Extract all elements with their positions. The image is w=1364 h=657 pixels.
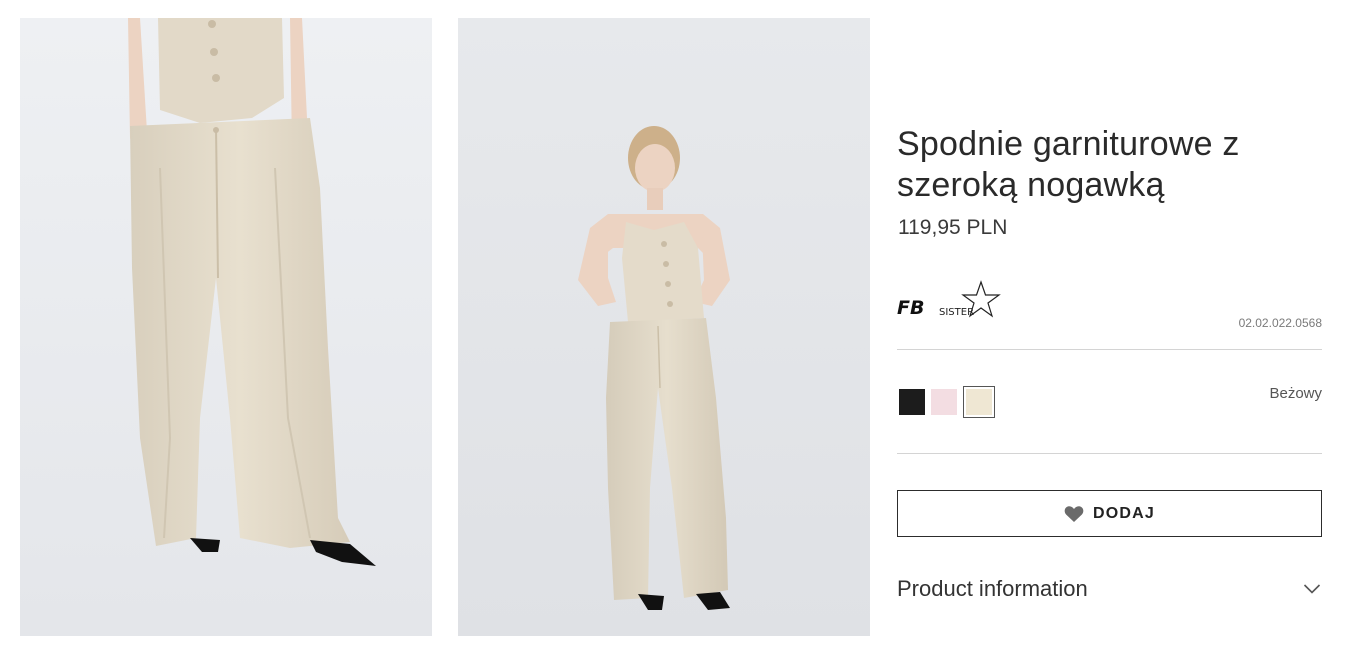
product-information-accordion[interactable]: Product information [897, 572, 1322, 606]
product-title: Spodnie garniturowe z szeroką nogawką [897, 125, 1240, 204]
brand-logo-main: FB [897, 297, 924, 319]
product-info-panel: Spodnie garniturowe z szeroką nogawką 11… [897, 0, 1322, 657]
add-to-wishlist-button[interactable]: DODAJ [897, 490, 1322, 537]
color-swatch-black[interactable] [899, 389, 925, 415]
color-swatches [899, 386, 995, 418]
accordion-label: Product information [897, 576, 1088, 601]
product-price: 119,95 PLN [898, 216, 1008, 239]
color-swatch-beige-fill [966, 389, 992, 415]
brand-logo-sub: SISTER [939, 307, 974, 318]
product-image-fullbody [458, 18, 870, 636]
brand-logo[interactable]: FB SISTER [897, 280, 1005, 328]
add-button-label: DODAJ [1092, 504, 1155, 522]
color-swatch-pink[interactable] [931, 389, 957, 415]
color-swatch-black-fill [899, 389, 925, 415]
product-sku: 02.02.022.0568 [1238, 316, 1322, 330]
color-swatch-beige[interactable] [963, 386, 995, 418]
product-image-closeup [20, 18, 432, 636]
brand-logo-image: FB SISTER [897, 280, 1001, 319]
divider [897, 453, 1322, 454]
selected-color-name: Beżowy [1269, 385, 1322, 402]
divider [897, 349, 1322, 350]
chevron-down-icon [1303, 584, 1321, 594]
product-photo-2[interactable] [458, 18, 870, 636]
heart-icon [1064, 505, 1084, 522]
product-photo-1[interactable] [20, 18, 432, 636]
color-swatch-pink-fill [931, 389, 957, 415]
